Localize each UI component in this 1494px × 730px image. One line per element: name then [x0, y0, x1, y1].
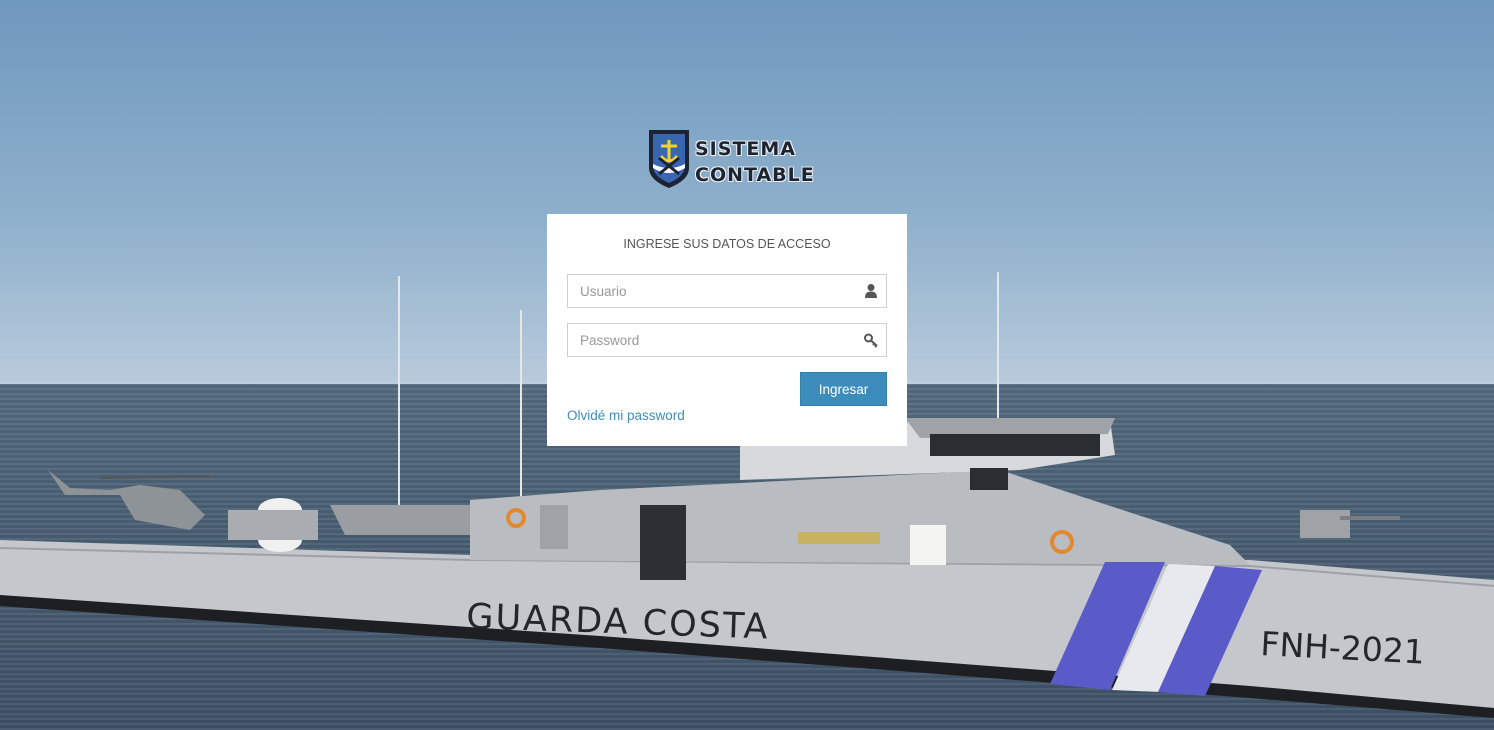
logo-line-sistema: SISTEMA	[695, 138, 796, 160]
password-input[interactable]	[567, 323, 887, 357]
login-button[interactable]: Ingresar	[800, 372, 887, 406]
username-input[interactable]	[567, 274, 887, 308]
user-icon	[865, 284, 877, 298]
logo-line-contable: CONTABLE	[695, 164, 815, 186]
key-icon	[864, 333, 878, 348]
password-field-group	[567, 323, 887, 357]
forgot-password-link[interactable]: Olvidé mi password	[567, 408, 685, 423]
app-logo-text: SISTEMA CONTABLE	[695, 136, 815, 188]
app-logo: SISTEMA CONTABLE	[645, 128, 815, 190]
username-field-group	[567, 274, 887, 308]
login-title: INGRESE SUS DATOS DE ACCESO	[623, 237, 831, 251]
coast-guard-shield-icon	[649, 130, 689, 188]
login-panel: INGRESE SUS DATOS DE ACCESO Ingresar Olv…	[547, 214, 907, 446]
login-page: GUARDA COSTA FNH-2021 SISTEMA CONTABLE I…	[0, 0, 1494, 730]
